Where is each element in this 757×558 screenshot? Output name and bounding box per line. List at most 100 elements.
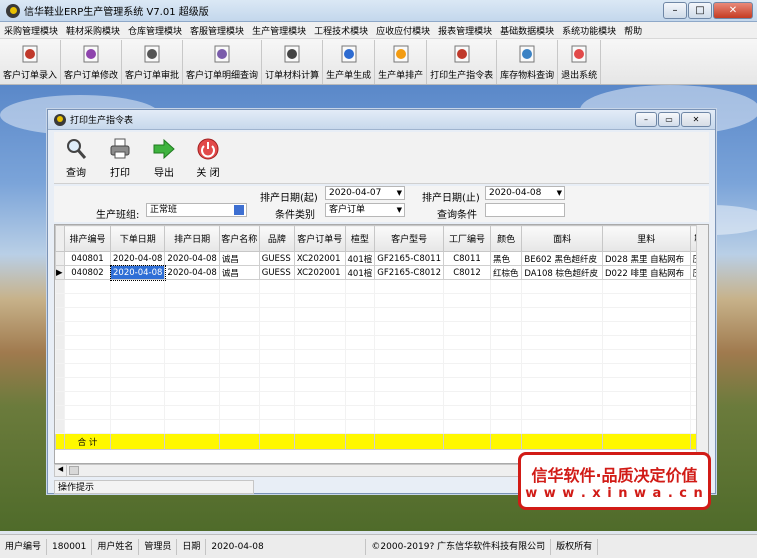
toolbar-button-7[interactable]: 打印生产指令表 xyxy=(427,40,498,84)
toolbar-button-4[interactable]: 订单材料计算 xyxy=(262,40,324,84)
app-title-bar: 信华鞋业ERP生产管理系统 V7.01 超级版 – □ ✕ xyxy=(0,0,757,22)
menu-item-1[interactable]: 鞋材采购模块 xyxy=(62,24,124,37)
table-cell[interactable]: 401楦 xyxy=(344,251,376,266)
toolbar-button-8[interactable]: 库存物料查询 xyxy=(497,40,559,84)
maximize-button[interactable]: □ xyxy=(688,2,712,19)
child-title-bar: 打印生产指令表 – ▭ ✕ xyxy=(48,110,715,130)
menu-item-3[interactable]: 客服管理模块 xyxy=(186,24,248,37)
column-header-9[interactable]: 颜色 xyxy=(489,225,523,252)
table-cell[interactable]: C8011 xyxy=(442,251,492,266)
picker-icon xyxy=(234,205,244,215)
empty-row xyxy=(55,349,708,364)
table-cell[interactable]: D028 黑里 自粘网布 xyxy=(601,251,691,266)
column-header-7[interactable]: 客户型号 xyxy=(374,225,444,252)
team-label: 生产班组: xyxy=(96,210,140,221)
export-button[interactable]: 导出 xyxy=(142,132,186,183)
column-header-11[interactable]: 里料 xyxy=(601,225,691,252)
child-close-button[interactable]: ✕ xyxy=(681,112,711,127)
table-cell[interactable]: 040801 xyxy=(63,251,112,266)
empty-row xyxy=(55,391,708,406)
table-cell[interactable]: XC202001 xyxy=(293,265,346,280)
close-button[interactable]: ✕ xyxy=(713,2,753,19)
print-order-window: 打印生产指令表 – ▭ ✕ 查询 打印 导出 关 闭 排产日期(起) 2020-… xyxy=(47,109,716,494)
brand-watermark: 信华软件·品质决定价值 w w w . x i n w a . c n xyxy=(518,452,711,510)
window-logo-icon xyxy=(54,113,66,126)
type-select[interactable]: 客户订单 xyxy=(325,203,405,217)
toolbar-button-3[interactable]: 客户订单明细查询 xyxy=(183,40,263,84)
menu-item-0[interactable]: 采购管理模块 xyxy=(0,24,62,37)
table-cell[interactable]: DA108 棕色超纤皮 xyxy=(521,265,603,280)
menu-item-7[interactable]: 报表管理模块 xyxy=(434,24,496,37)
child-restore-button[interactable]: ▭ xyxy=(658,112,680,127)
table-cell[interactable]: 2020-04-08 xyxy=(109,264,166,281)
condition-input[interactable] xyxy=(485,203,565,217)
column-header-5[interactable]: 客户订单号 xyxy=(293,225,346,252)
table-row[interactable]: ▶ 040802 2020-04-08 2020-04-08 诚昌 GUESS XC2020… xyxy=(55,264,708,281)
child-minimize-button[interactable]: – xyxy=(635,112,657,127)
menu-item-6[interactable]: 应收应付模块 xyxy=(372,24,434,37)
table-cell[interactable]: 诚昌 xyxy=(218,265,260,280)
date-value: 2020-04-08 xyxy=(206,538,367,555)
table-cell[interactable]: 2020-04-08 xyxy=(164,265,220,280)
empty-row xyxy=(55,321,708,336)
vertical-scrollbar[interactable] xyxy=(696,225,708,463)
table-cell[interactable]: D022 啡里 自粘网布 xyxy=(601,265,691,280)
empty-row xyxy=(55,279,708,294)
column-header-10[interactable]: 面料 xyxy=(521,225,603,252)
toolbar-button-9[interactable]: 退出系统 xyxy=(558,40,602,84)
watermark-slogan: 信华软件·品质决定价值 xyxy=(531,465,698,485)
edit-doc-icon xyxy=(80,43,102,65)
toolbar-button-2[interactable]: 客户订单审批 xyxy=(122,40,184,84)
table-cell[interactable]: XC202001 xyxy=(293,251,346,266)
toolbar-button-6[interactable]: 生产单排产 xyxy=(375,40,428,84)
column-header-1[interactable]: 下单日期 xyxy=(109,225,166,252)
close-window-button[interactable]: 关 闭 xyxy=(186,132,230,183)
query-button[interactable]: 查询 xyxy=(54,132,98,183)
watermark-url: w w w . x i n w a . c n xyxy=(525,485,704,501)
start-date-field[interactable]: 2020-04-07 xyxy=(325,186,405,200)
toolbar-button-1[interactable]: 客户订单修改 xyxy=(61,40,123,84)
menu-item-9[interactable]: 系统功能模块 xyxy=(558,24,620,37)
minimize-button[interactable]: – xyxy=(663,2,687,19)
column-header-8[interactable]: 工厂编号 xyxy=(442,225,492,252)
menu-item-10[interactable]: 帮助 xyxy=(620,24,646,37)
table-cell[interactable]: GF2165-C8011 xyxy=(374,251,444,266)
column-header-6[interactable]: 楦型 xyxy=(344,225,376,252)
table-cell[interactable]: 红棕色 xyxy=(489,265,523,280)
menu-item-5[interactable]: 工程技术模块 xyxy=(310,24,372,37)
table-row[interactable]: 040801 2020-04-08 2020-04-08 诚昌 GUESS XC20200… xyxy=(55,251,708,266)
menu-item-8[interactable]: 基础数据模块 xyxy=(496,24,558,37)
toolbar-button-5[interactable]: 生产单生成 xyxy=(323,40,376,84)
team-field[interactable]: 正常班 xyxy=(146,203,247,217)
table-cell[interactable]: 2020-04-08 xyxy=(109,251,166,266)
toolbar-button-0[interactable]: 客户订单录入 xyxy=(0,40,62,84)
menu-item-4[interactable]: 生产管理模块 xyxy=(248,24,310,37)
menu-item-2[interactable]: 仓库管理模块 xyxy=(124,24,186,37)
end-date-field[interactable]: 2020-04-08 xyxy=(485,186,565,200)
main-toolbar: 客户订单录入 客户订单修改 客户订单审批 客户订单明细查询 订单材料计算 生产单生成 生产单… xyxy=(0,39,757,85)
column-header-2[interactable]: 排产日期 xyxy=(164,225,220,252)
arrow-right-icon xyxy=(152,137,176,161)
scroll-thumb[interactable] xyxy=(69,466,79,475)
table-cell[interactable]: 黑色 xyxy=(489,251,523,266)
print-button[interactable]: 打印 xyxy=(98,132,142,183)
empty-row xyxy=(55,307,708,322)
column-header-0[interactable]: 排产编号 xyxy=(63,225,112,252)
query-doc-icon xyxy=(211,43,233,65)
user-id-label: 用户编号 xyxy=(0,538,48,555)
table-cell[interactable]: C8012 xyxy=(442,265,492,280)
table-cell[interactable]: BE602 黑色超纤皮 xyxy=(521,251,603,266)
printer-icon xyxy=(108,137,132,161)
column-header-4[interactable]: 品牌 xyxy=(258,225,295,252)
table-cell[interactable]: GF2165-C8012 xyxy=(374,265,444,280)
scroll-left-icon[interactable]: ◀ xyxy=(55,465,67,476)
rights-text: 版权所有 xyxy=(551,538,599,555)
table-cell[interactable]: 诚昌 xyxy=(218,251,260,266)
column-header-3[interactable]: 客户名称 xyxy=(218,225,260,252)
table-cell[interactable]: 040802 xyxy=(63,265,112,280)
table-cell[interactable]: 401楦 xyxy=(344,265,376,280)
table-cell[interactable]: GUESS xyxy=(258,251,295,266)
table-cell[interactable]: GUESS xyxy=(258,265,295,280)
power-icon xyxy=(196,137,220,161)
table-cell[interactable]: 2020-04-08 xyxy=(164,251,220,266)
